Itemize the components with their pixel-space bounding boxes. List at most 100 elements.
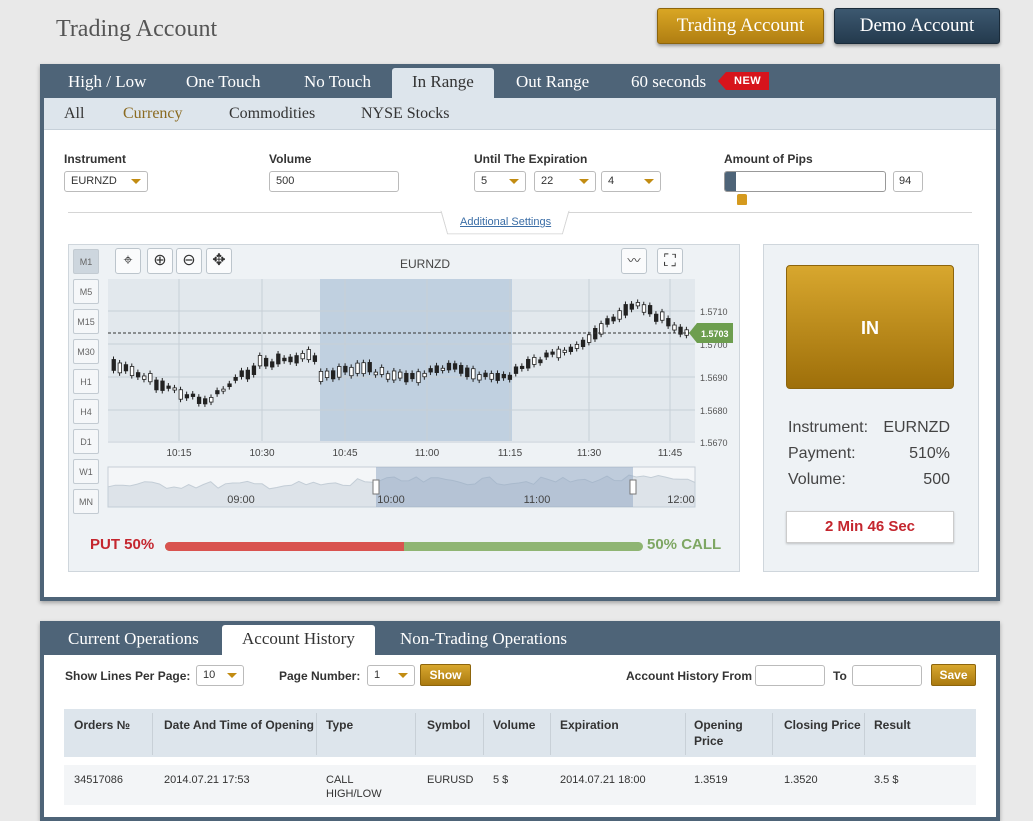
expiration-select-2[interactable]: 22 [534,171,596,192]
column-separator [483,713,484,755]
chevron-down-icon [227,673,237,678]
history-to-input[interactable] [852,665,922,686]
candle-body [513,366,519,374]
pips-value[interactable]: 94 [893,171,923,192]
cell-order: 34517086 [74,774,123,786]
col-closing-price: Closing Price [784,718,861,732]
col-symbol: Symbol [427,718,471,732]
candle-body [574,343,580,349]
candle-body [233,377,238,381]
tab-non-trading-operations[interactable]: Non-Trading Operations [380,621,587,655]
lines-per-page-select[interactable]: 10 [196,665,244,686]
price-chart[interactable]: 1.57101.57001.56901.56801.567010:15 10:30… [69,245,741,573]
time-tick-label: 11:30 [577,448,602,459]
pips-slider-fill [725,172,737,191]
tab-no-touch[interactable]: No Touch [284,64,391,98]
history-to-label: To [833,669,847,683]
option-tabbar: High / Low One Touch No Touch In Range O… [44,64,996,98]
expiration-label: Until The Expiration [474,152,588,166]
candle-body [129,366,135,377]
candle-body [288,356,293,363]
cell-result: 3.5 $ [874,774,899,786]
tab-out-range[interactable]: Out Range [496,64,609,98]
expiry-timer: 2 Min 46 Sec [786,511,954,543]
candle-body [154,379,159,391]
trade-box: IN Instrument: EURNZD Payment: 510% Volu… [763,244,979,572]
lines-per-page-value: 10 [203,669,216,681]
candle-body [379,367,385,375]
candle-body [349,366,354,377]
demo-account-button[interactable]: Demo Account [834,8,1000,44]
expiration-value-2: 22 [541,175,554,187]
candle-body [142,375,147,380]
history-from-label: Account History From [626,669,753,683]
category-commodities[interactable]: Commodities [229,98,315,130]
info-volume-value: 500 [923,471,950,488]
candle-body [580,339,586,347]
candle-body [501,373,506,379]
in-button[interactable]: IN [786,265,954,389]
cell-symbol: EURUSD [427,774,474,786]
candle-body [538,359,543,364]
col-type: Type [326,718,354,732]
candle-body [605,318,610,325]
navigator-tick-label: 11:00 [524,494,551,506]
candle-body [270,361,275,368]
navigator-tick-label: 12:00 [667,494,695,506]
expiration-value-3: 4 [608,175,615,187]
tab-60-seconds[interactable]: 60 seconds [611,64,726,98]
candle-body [593,328,598,340]
candle-body [282,357,287,362]
category-all[interactable]: All [64,98,84,130]
call-label: 50% CALL [647,536,722,553]
pips-slider[interactable] [724,171,886,192]
category-currency[interactable]: Currency [123,98,183,130]
cell-date-opening: 2014.07.21 17:53 [164,774,250,786]
candle-body [623,304,628,316]
tab-in-range[interactable]: In Range [392,68,494,98]
tab-one-touch[interactable]: One Touch [166,64,281,98]
expiration-value-1: 5 [481,175,488,187]
category-nyse-stocks[interactable]: NYSE Stocks [361,98,449,130]
navigator-handle-right [629,479,637,495]
tab-high-low[interactable]: High / Low [48,64,166,98]
candle-body [337,366,342,378]
tab-current-operations[interactable]: Current Operations [48,621,219,655]
page-number-select[interactable]: 1 [367,665,415,686]
candle-body [611,316,616,322]
info-payment-label: Payment: [788,445,856,462]
column-separator [152,713,153,755]
candle-body [318,371,324,382]
volume-input[interactable]: 500 [269,171,399,192]
instrument-value: EURNZD [71,175,117,187]
candle-body [532,357,537,365]
candle-body [196,396,202,404]
expiration-select-3[interactable]: 4 [601,171,661,192]
chevron-down-icon [131,179,141,184]
cell-opening-price: 1.3519 [694,774,728,786]
candle-body [117,362,122,374]
pips-slider-handle[interactable] [737,194,747,205]
save-button[interactable]: Save [931,664,976,686]
candle-body [148,373,153,383]
candle-body [178,389,183,400]
chart-panel: M1 M5 M15 M30 H1 H4 D1 W1 MN ⌖ ⊕ ⊖ ✥ 〰 ⛶ EURNZD … [68,244,740,572]
tab-account-history[interactable]: Account History [222,625,375,655]
info-instrument-value: EURNZD [883,419,950,436]
expiration-select-1[interactable]: 5 [474,171,526,192]
instrument-select[interactable]: EURNZD [64,171,148,192]
candle-body [294,355,299,364]
candle-body [324,370,330,378]
candle-body [203,398,208,405]
cell-expiration: 2014.07.21 18:00 [560,774,646,786]
additional-settings-link[interactable]: Additional Settings [460,216,551,228]
candle-body [446,362,452,371]
candle-body [306,349,311,361]
table-row[interactable]: 34517086 2014.07.21 17:53 CALL HIGH/LOW … [64,765,976,805]
candle-body [635,302,641,307]
trading-account-button[interactable]: Trading Account [657,8,824,44]
candle-body [355,362,360,374]
history-from-input[interactable] [755,665,825,686]
show-button[interactable]: Show [420,664,471,686]
candle-body [495,372,500,381]
